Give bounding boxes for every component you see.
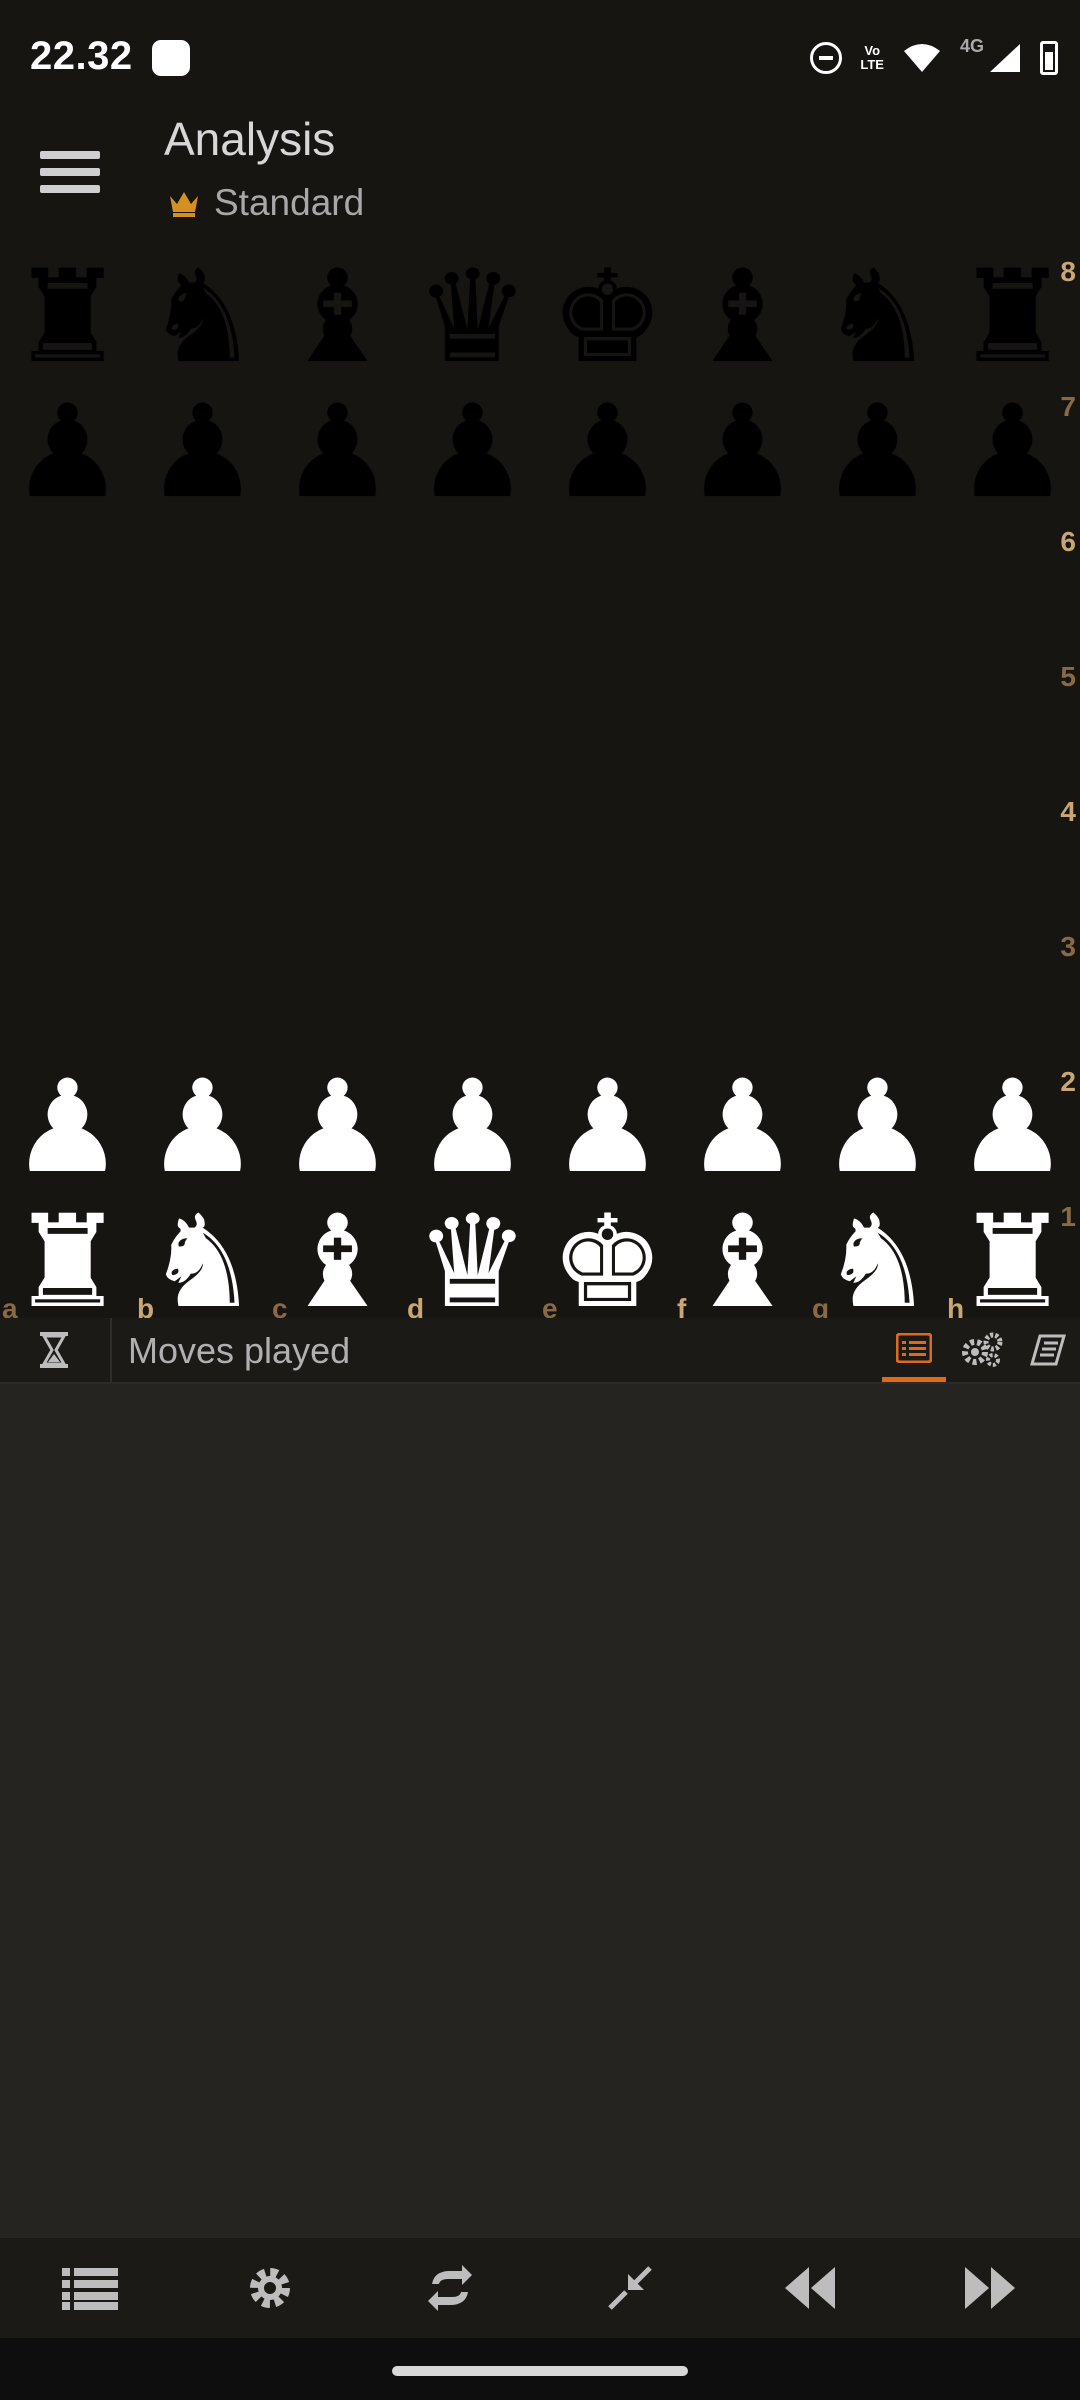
tab-opening-book[interactable]: [1016, 1318, 1080, 1382]
piece-f7[interactable]: ♟: [675, 385, 810, 520]
collapse-button[interactable]: [540, 2238, 720, 2338]
network-type-label: 4G: [959, 35, 984, 56]
signal-icon: [990, 44, 1020, 72]
bottom-navigation: [0, 2238, 1080, 2338]
piece-f1[interactable]: ♝: [675, 1195, 810, 1330]
piece-d2[interactable]: ♟: [405, 1060, 540, 1195]
piece-d8[interactable]: ♛: [405, 250, 540, 385]
piece-e1[interactable]: ♚: [540, 1195, 675, 1330]
status-time: 22.32: [30, 34, 133, 78]
piece-g7[interactable]: ♟: [810, 385, 945, 520]
menu-list-icon: [62, 2268, 118, 2310]
next-move-icon: [965, 2267, 1015, 2309]
crown-icon: [170, 192, 198, 217]
moves-toolbar: Moves played: [0, 1318, 1080, 1384]
status-icons: Vo LTE 4G: [810, 36, 1058, 80]
piece-f8[interactable]: ♝: [675, 250, 810, 385]
menu-list-button[interactable]: [0, 2238, 180, 2338]
moves-list-icon: [896, 1332, 932, 1363]
piece-b7[interactable]: ♟: [135, 385, 270, 520]
do-not-disturb-icon: [810, 42, 843, 74]
piece-a2[interactable]: ♟: [0, 1060, 135, 1195]
volte-label-bottom: LTE: [860, 57, 884, 72]
piece-f2[interactable]: ♟: [675, 1060, 810, 1195]
engine-settings-icon: [962, 1332, 1003, 1367]
volte-label-top: Vo: [864, 43, 881, 58]
next-move-button[interactable]: [900, 2238, 1080, 2338]
volte-icon: Vo LTE: [860, 44, 884, 72]
opening-book-icon: [1030, 1334, 1066, 1366]
piece-a7[interactable]: ♟: [0, 385, 135, 520]
piece-g1[interactable]: ♞: [810, 1195, 945, 1330]
app-bar: Analysis Standard: [0, 110, 1080, 250]
piece-c1[interactable]: ♝: [270, 1195, 405, 1330]
piece-g8[interactable]: ♞: [810, 250, 945, 385]
moves-list-panel: [0, 1384, 1080, 2238]
previous-move-icon: [785, 2267, 835, 2309]
piece-c2[interactable]: ♟: [270, 1060, 405, 1195]
rank-label-3: 3: [1060, 931, 1076, 962]
toolbar-divider: [110, 1318, 112, 1382]
previous-move-button[interactable]: [720, 2238, 900, 2338]
piece-e2[interactable]: ♟: [540, 1060, 675, 1195]
rank-label-4: 4: [1060, 796, 1076, 827]
piece-b2[interactable]: ♟: [135, 1060, 270, 1195]
moves-played-label: Moves played: [128, 1330, 351, 1371]
status-bar: 22.32 Vo LTE 4G: [0, 0, 1080, 110]
rank-label-6: 6: [1060, 526, 1076, 557]
chess-board[interactable]: ♜ ♞ ♝ ♛ ♚ ♝ ♞ ♜ ♟ ♟ ♟ ♟ ♟ ♟ ♟ ♟ ♟ ♟ ♟ ♟ ♟ ♟ ♟ ♟ ♜ ♞ ♝ ♛ ♚ ♝ ♞ ♜ 8 7 6 5 4 3 2 1…: [0, 250, 1080, 1330]
wifi-icon: [903, 44, 940, 72]
rank-label-5: 5: [1060, 661, 1076, 692]
piece-e7[interactable]: ♟: [540, 385, 675, 520]
piece-b8[interactable]: ♞: [135, 250, 270, 385]
flip-board-button[interactable]: [360, 2238, 540, 2338]
piece-g2[interactable]: ♟: [810, 1060, 945, 1195]
piece-a1[interactable]: ♜: [0, 1195, 135, 1330]
tab-engine-settings[interactable]: [950, 1318, 1014, 1382]
rank-label-8: 8: [1060, 256, 1076, 287]
piece-d1[interactable]: ♛: [405, 1195, 540, 1330]
piece-e8[interactable]: ♚: [540, 250, 675, 385]
rank-label-7: 7: [1060, 391, 1076, 422]
piece-b1[interactable]: ♞: [135, 1195, 270, 1330]
battery-icon: [1040, 41, 1058, 75]
piece-a8[interactable]: ♜: [0, 250, 135, 385]
notification-app-icon: [152, 40, 190, 76]
settings-button[interactable]: [180, 2238, 360, 2338]
rank-label-1: 1: [1060, 1201, 1076, 1232]
rank-label-2: 2: [1060, 1066, 1076, 1097]
page-title: Analysis: [164, 113, 336, 165]
piece-c7[interactable]: ♟: [270, 385, 405, 520]
variant-label: Standard: [214, 182, 365, 223]
piece-d7[interactable]: ♟: [405, 385, 540, 520]
flip-board-icon: [428, 2265, 472, 2311]
gesture-area: [0, 2338, 1080, 2400]
hourglass-icon[interactable]: [36, 1330, 72, 1370]
tab-moves-list[interactable]: [882, 1318, 946, 1382]
variant-selector[interactable]: Standard: [168, 182, 364, 224]
piece-c8[interactable]: ♝: [270, 250, 405, 385]
hamburger-menu-button[interactable]: [40, 142, 100, 202]
settings-icon: [250, 2268, 290, 2308]
collapse-icon: [608, 2266, 652, 2310]
home-gesture-bar[interactable]: [392, 2366, 688, 2376]
